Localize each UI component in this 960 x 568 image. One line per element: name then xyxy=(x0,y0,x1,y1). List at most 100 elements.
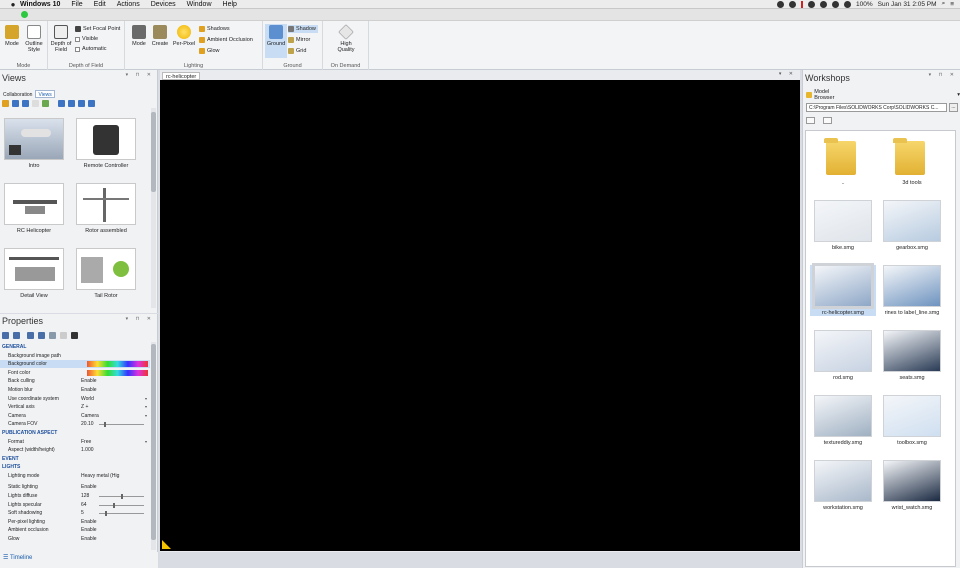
sync-icon[interactable] xyxy=(808,0,816,8)
menu-edit[interactable]: Edit xyxy=(94,1,106,8)
property-row[interactable]: Background image path xyxy=(0,352,150,360)
folder-item[interactable]: 3d tools xyxy=(879,135,945,186)
menu-actions[interactable]: Actions xyxy=(117,1,140,8)
color-swatch[interactable] xyxy=(87,361,148,368)
menu-file[interactable]: File xyxy=(71,1,82,8)
grid-button[interactable]: Grid xyxy=(288,47,306,55)
property-row[interactable]: Lighting mode Heavy metal (Hig xyxy=(0,472,150,480)
model-item[interactable]: rod.smg xyxy=(810,330,876,381)
model-item[interactable]: seats.smg xyxy=(879,330,945,381)
panel-controls[interactable]: ▾ ⊓ ✕ xyxy=(126,72,154,78)
view-item[interactable]: Rotor assembled xyxy=(75,183,137,234)
property-row[interactable]: Format Free ▾ xyxy=(0,438,150,446)
clock-icon[interactable] xyxy=(820,0,828,8)
group-view-icon[interactable] xyxy=(58,100,65,107)
model-item[interactable]: rines to label_line.smg xyxy=(879,265,945,316)
ground-shadow-button[interactable]: Shadow xyxy=(288,25,318,33)
apply-icon[interactable] xyxy=(42,100,49,107)
value-slider[interactable] xyxy=(99,494,144,499)
wifi-icon[interactable] xyxy=(844,0,852,8)
property-value[interactable]: Enable xyxy=(81,518,97,526)
zoom-icon[interactable] xyxy=(22,100,29,107)
view-item[interactable]: Remote Controller xyxy=(75,118,137,169)
property-section[interactable]: PUBLICATION ASPECT xyxy=(0,429,150,437)
model-item[interactable]: gearbox.smg xyxy=(879,200,945,251)
property-row[interactable]: Static lighting Enable xyxy=(0,483,150,491)
delete-view-icon[interactable] xyxy=(32,100,39,107)
views-scroll-thumb[interactable] xyxy=(151,112,156,192)
path-field[interactable]: C:\Program Files\SOLIDWORKS Corp\SOLIDWO… xyxy=(806,103,947,112)
property-value[interactable]: Enable xyxy=(81,526,97,534)
group-view-2-icon[interactable] xyxy=(68,100,75,107)
property-value[interactable]: Free xyxy=(81,438,91,446)
color-swatch[interactable] xyxy=(87,369,148,376)
property-section[interactable]: GENERAL xyxy=(0,343,150,351)
property-value[interactable]: Heavy metal (Hig xyxy=(81,472,119,480)
model-item[interactable]: textureddiy.smg xyxy=(810,395,876,446)
chevron-down-icon[interactable]: ▾ xyxy=(145,412,147,420)
model-item[interactable]: workstation.smg xyxy=(810,460,876,511)
properties-scroll-thumb[interactable] xyxy=(151,344,156,540)
upload-icon[interactable] xyxy=(806,117,815,124)
search-icon[interactable]: ⌕ xyxy=(942,0,946,8)
volume-icon[interactable] xyxy=(832,0,840,8)
view-item[interactable]: Tail Rotor xyxy=(75,248,137,299)
menu-devices[interactable]: Devices xyxy=(151,1,176,8)
property-row[interactable]: Camera Camera ▾ xyxy=(0,412,150,420)
property-value[interactable]: 1.000 xyxy=(81,446,94,454)
model-browser-selector[interactable]: Model Browser ▾ xyxy=(806,89,960,101)
property-row[interactable]: Lights diffuse 128 xyxy=(0,492,150,500)
lighting-mode-button[interactable]: Mode xyxy=(129,25,149,47)
app-menu[interactable]: Windows 10 xyxy=(20,1,60,8)
timeline-tab[interactable]: ☰ Timeline xyxy=(0,552,158,568)
property-row[interactable]: Back culling Enable xyxy=(0,377,150,385)
slider-knob[interactable] xyxy=(104,422,106,428)
property-row[interactable]: Ambient occlusion Enable xyxy=(0,526,150,534)
group-view-4-icon[interactable] xyxy=(88,100,95,107)
property-row[interactable]: Use coordinate system World ▾ xyxy=(0,395,150,403)
value-slider[interactable] xyxy=(99,502,144,508)
property-value[interactable]: Enable xyxy=(81,386,97,394)
property-value[interactable]: Z + xyxy=(81,403,88,411)
group-view-3-icon[interactable] xyxy=(78,100,85,107)
high-quality-button[interactable]: High Quality xyxy=(333,24,359,53)
property-value[interactable]: World xyxy=(81,395,94,403)
refresh-icon[interactable] xyxy=(823,117,832,124)
menu-help[interactable]: Help xyxy=(223,1,237,8)
filter-icon[interactable] xyxy=(27,332,34,339)
shadows-button[interactable]: Shadows xyxy=(199,25,230,33)
apple-icon[interactable]: ● xyxy=(6,0,20,9)
value-slider[interactable] xyxy=(99,422,144,428)
slider-knob[interactable] xyxy=(121,494,123,499)
panel-controls[interactable]: ▾ ⊓ ✕ xyxy=(929,72,957,78)
property-value[interactable]: Camera xyxy=(81,412,99,420)
visible-checkbox[interactable]: Visible xyxy=(75,35,98,43)
clock[interactable]: Sun Jan 31 2:05 PM xyxy=(878,1,937,8)
settings-icon[interactable] xyxy=(49,332,56,339)
tab-views[interactable]: Views xyxy=(35,90,55,98)
browse-button[interactable]: ... xyxy=(949,103,958,112)
tab-collaboration[interactable]: Collaboration xyxy=(0,90,35,98)
model-item[interactable]: toolbox.smg xyxy=(879,395,945,446)
automatic-checkbox[interactable]: Automatic xyxy=(75,45,106,53)
property-row[interactable]: Background color xyxy=(0,360,150,369)
create-light-button[interactable]: Create xyxy=(150,25,170,47)
menu-window[interactable]: Window xyxy=(187,1,212,8)
slider-knob[interactable] xyxy=(113,502,115,508)
property-row[interactable]: Aspect (width/height) 1.000 xyxy=(0,446,150,454)
per-pixel-button[interactable]: Per-Pixel xyxy=(172,25,196,47)
window-zoom-button[interactable] xyxy=(21,11,28,18)
properties-scrollbar[interactable] xyxy=(151,342,156,550)
outline-style-button[interactable]: Outline Style xyxy=(23,25,45,53)
categorized-icon[interactable] xyxy=(2,332,9,339)
status-icon[interactable] xyxy=(789,0,797,8)
panel-controls[interactable]: ▾ ⊓ ✕ xyxy=(126,316,154,322)
property-section[interactable]: EVENT xyxy=(0,455,150,463)
slider-knob[interactable] xyxy=(105,511,107,517)
folder-item[interactable]: .. xyxy=(810,135,876,186)
property-row[interactable]: Lights specular 64 xyxy=(0,501,150,509)
glow-button[interactable]: Glow xyxy=(199,47,220,55)
property-row[interactable]: Soft shadowing 5 xyxy=(0,509,150,517)
chevron-down-icon[interactable]: ▾ xyxy=(145,438,147,446)
chevron-down-icon[interactable]: ▾ xyxy=(145,403,147,411)
